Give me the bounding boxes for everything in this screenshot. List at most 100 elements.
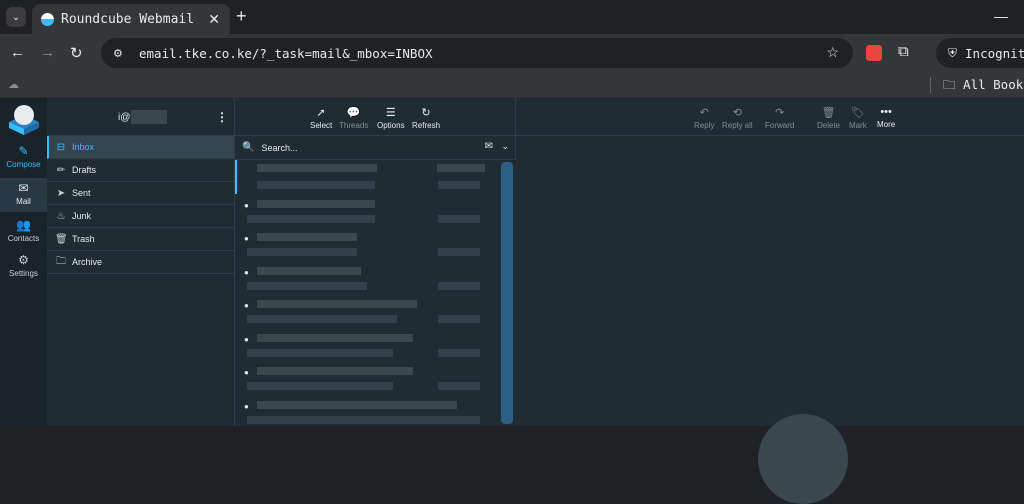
- chevron-down-icon[interactable]: ⌄: [501, 141, 509, 152]
- redacted-sender: [257, 266, 361, 275]
- incognito-indicator[interactable]: ⛨ Incognito: [936, 38, 1024, 68]
- delete-label: Delete: [817, 121, 841, 130]
- fire-icon: ♨: [56, 210, 66, 222]
- redacted-subject: [247, 281, 367, 290]
- forward-label: Forward: [765, 121, 795, 130]
- list-item[interactable]: [235, 160, 498, 194]
- tab-close-icon[interactable]: ✕: [208, 11, 220, 28]
- message-list-scrollbar[interactable]: [498, 160, 516, 426]
- mail-button[interactable]: ✉ Mail: [0, 178, 47, 212]
- refresh-button[interactable]: ↻ Refresh: [412, 106, 440, 130]
- redacted-size: [438, 315, 480, 323]
- forward-icon: ↷: [775, 107, 785, 119]
- threads-button[interactable]: 💬 Threads: [339, 106, 368, 130]
- folder-label: Trash: [72, 234, 95, 244]
- refresh-label: Refresh: [412, 121, 441, 130]
- forward-button[interactable]: ↷ Forward: [765, 106, 794, 130]
- unread-dot-icon: ●: [244, 267, 249, 277]
- tab-search-button[interactable]: ⌄: [6, 7, 26, 27]
- more-vertical-icon[interactable]: ⋮: [216, 110, 228, 124]
- roundcube-favicon-icon: [41, 12, 54, 26]
- address-bar-url[interactable]: email.tke.co.ke/?_task=mail&_mbox=INBOX: [139, 46, 433, 61]
- list-item[interactable]: ●: [235, 261, 498, 295]
- folder-list-panel: i@t ⋮ ⊟ Inbox ✏ Drafts ➤ Sent ♨ Junk 🗑 T…: [47, 98, 235, 426]
- forward-arrow-icon[interactable]: →: [40, 44, 55, 61]
- back-arrow-icon[interactable]: ←: [10, 44, 25, 61]
- extension-icon[interactable]: [866, 45, 882, 61]
- list-item[interactable]: ●: [235, 227, 498, 261]
- redacted-subject: [247, 348, 393, 357]
- unread-dot-icon: ●: [244, 200, 249, 210]
- contacts-label: Contacts: [7, 234, 40, 243]
- redacted-sender: [257, 333, 413, 342]
- redacted-date: [437, 164, 485, 172]
- unread-dot-icon: ●: [244, 368, 249, 377]
- folder-sent[interactable]: ➤ Sent: [47, 182, 234, 205]
- address-bar[interactable]: ⚙ email.tke.co.ke/?_task=mail&_mbox=INBO…: [101, 38, 853, 68]
- more-button[interactable]: ••• More: [877, 106, 895, 129]
- compose-button[interactable]: ✎ Compose: [0, 144, 47, 176]
- roundcube-watermark-icon: [758, 414, 848, 504]
- folder-icon: 🗀: [56, 255, 66, 267]
- redacted-size: [438, 281, 480, 290]
- extensions-puzzle-icon[interactable]: ⧉: [898, 43, 909, 60]
- message-list-panel: ➚ Select 💬 Threads ☰ Options ↻ Refresh 🔍…: [235, 98, 516, 426]
- browser-toolbar: ← → ↻ ⚙ email.tke.co.ke/?_task=mail&_mbo…: [0, 34, 1024, 72]
- scrollbar-thumb[interactable]: [501, 162, 513, 424]
- redacted-size: [438, 382, 480, 390]
- search-input[interactable]: Search...: [261, 143, 297, 153]
- cursor-icon: ➚: [316, 107, 326, 119]
- unread-dot-icon: ●: [244, 401, 249, 411]
- bookmark-cloud-icon[interactable]: ☁: [8, 78, 19, 91]
- folder-archive[interactable]: 🗀 Archive: [47, 251, 234, 274]
- folder-trash[interactable]: 🗑 Trash: [47, 228, 234, 251]
- bookmarks-divider: [930, 77, 931, 93]
- options-button[interactable]: ☰ Options: [377, 106, 405, 130]
- site-settings-icon[interactable]: ⚙: [113, 47, 127, 60]
- redacted-size: [438, 348, 480, 357]
- list-item[interactable]: ●: [235, 395, 498, 427]
- redacted-sender: [257, 367, 413, 375]
- all-bookmarks-button[interactable]: 🗀 All Book: [943, 76, 1023, 97]
- reply-button[interactable]: ↶ Reply: [694, 106, 714, 130]
- delete-button[interactable]: 🗑 Delete: [817, 106, 840, 130]
- list-item[interactable]: ●: [235, 361, 498, 395]
- reload-icon[interactable]: ↻: [70, 44, 83, 62]
- gear-icon: ⚙: [18, 253, 29, 267]
- browser-tab-roundcube[interactable]: Roundcube Webmail ✕: [32, 4, 230, 34]
- reply-all-button[interactable]: ⟲ Reply all: [722, 106, 753, 130]
- folder-junk[interactable]: ♨ Junk: [47, 205, 234, 228]
- bookmark-star-icon[interactable]: ☆: [826, 44, 839, 61]
- roundcube-logo-icon: [9, 105, 39, 135]
- list-item[interactable]: ●: [235, 328, 498, 362]
- trash-icon: 🗑: [821, 107, 836, 119]
- envelope-filter-icon[interactable]: ✉: [485, 141, 493, 152]
- search-icon: 🔍: [242, 142, 255, 153]
- redacted-size: [438, 181, 480, 189]
- folder-inbox[interactable]: ⊟ Inbox: [47, 136, 234, 159]
- mail-search-bar[interactable]: 🔍 Search... ✉ ⌄: [235, 136, 515, 160]
- redacted-subject: [247, 248, 357, 256]
- redacted-size: [438, 248, 480, 256]
- roundcube-app: ✎ Compose ✉ Mail 👥 Contacts ⚙ Settings i…: [0, 98, 1024, 504]
- threads-label: Threads: [339, 121, 369, 130]
- refresh-icon: ↻: [421, 107, 431, 119]
- folder-drafts[interactable]: ✏ Drafts: [47, 159, 234, 182]
- folder-label: Junk: [72, 211, 92, 221]
- list-item[interactable]: ●: [235, 194, 498, 228]
- folder-label: Archive: [72, 257, 103, 267]
- window-minimize-button[interactable]: —: [994, 8, 1008, 24]
- sliders-icon: ☰: [385, 107, 396, 119]
- settings-button[interactable]: ⚙ Settings: [0, 253, 47, 285]
- tag-icon: 🏷: [850, 107, 865, 119]
- envelope-icon: ✉: [18, 181, 29, 195]
- redacted-subject: [247, 315, 397, 323]
- contacts-button[interactable]: 👥 Contacts: [0, 218, 47, 250]
- mark-button[interactable]: 🏷 Mark: [849, 106, 867, 130]
- list-item[interactable]: ●: [235, 294, 498, 328]
- trash-icon: 🗑: [55, 233, 68, 245]
- new-tab-button[interactable]: +: [236, 6, 247, 27]
- folder-icon: 🗀: [943, 77, 956, 92]
- select-button[interactable]: ➚ Select: [310, 106, 332, 130]
- redacted-sender: [257, 164, 377, 172]
